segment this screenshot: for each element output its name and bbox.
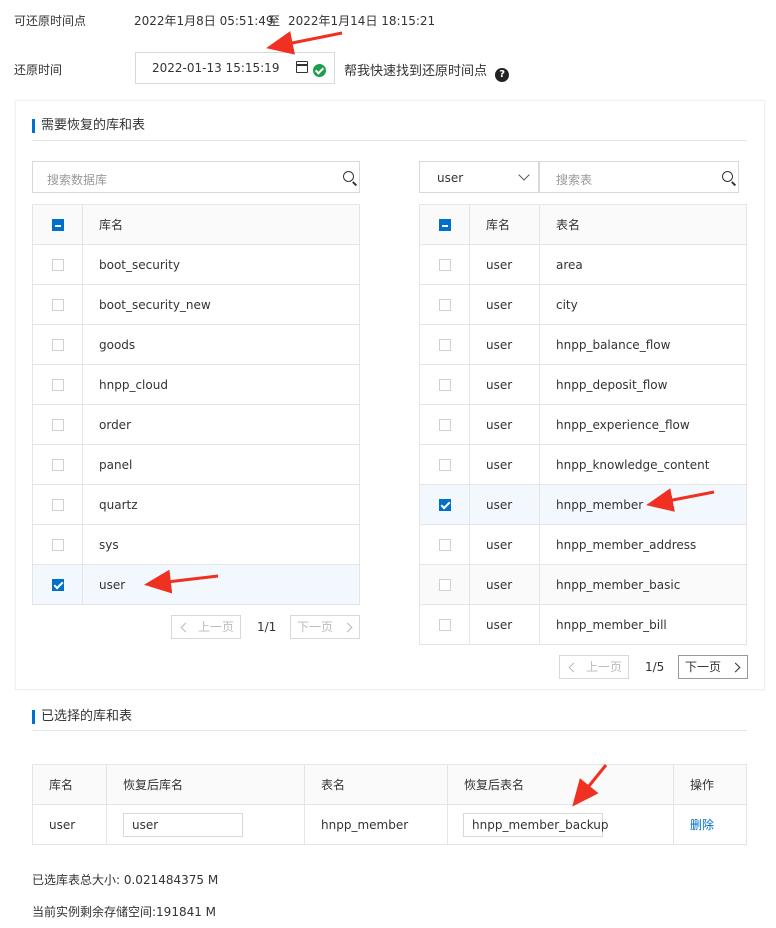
annotation-arrow-icon	[572, 764, 608, 807]
annotation-arrow-icon	[266, 31, 343, 55]
annotation-arrows	[144, 31, 715, 807]
annotation-arrow-icon	[646, 488, 715, 512]
annotation-arrow-icon	[144, 569, 219, 594]
